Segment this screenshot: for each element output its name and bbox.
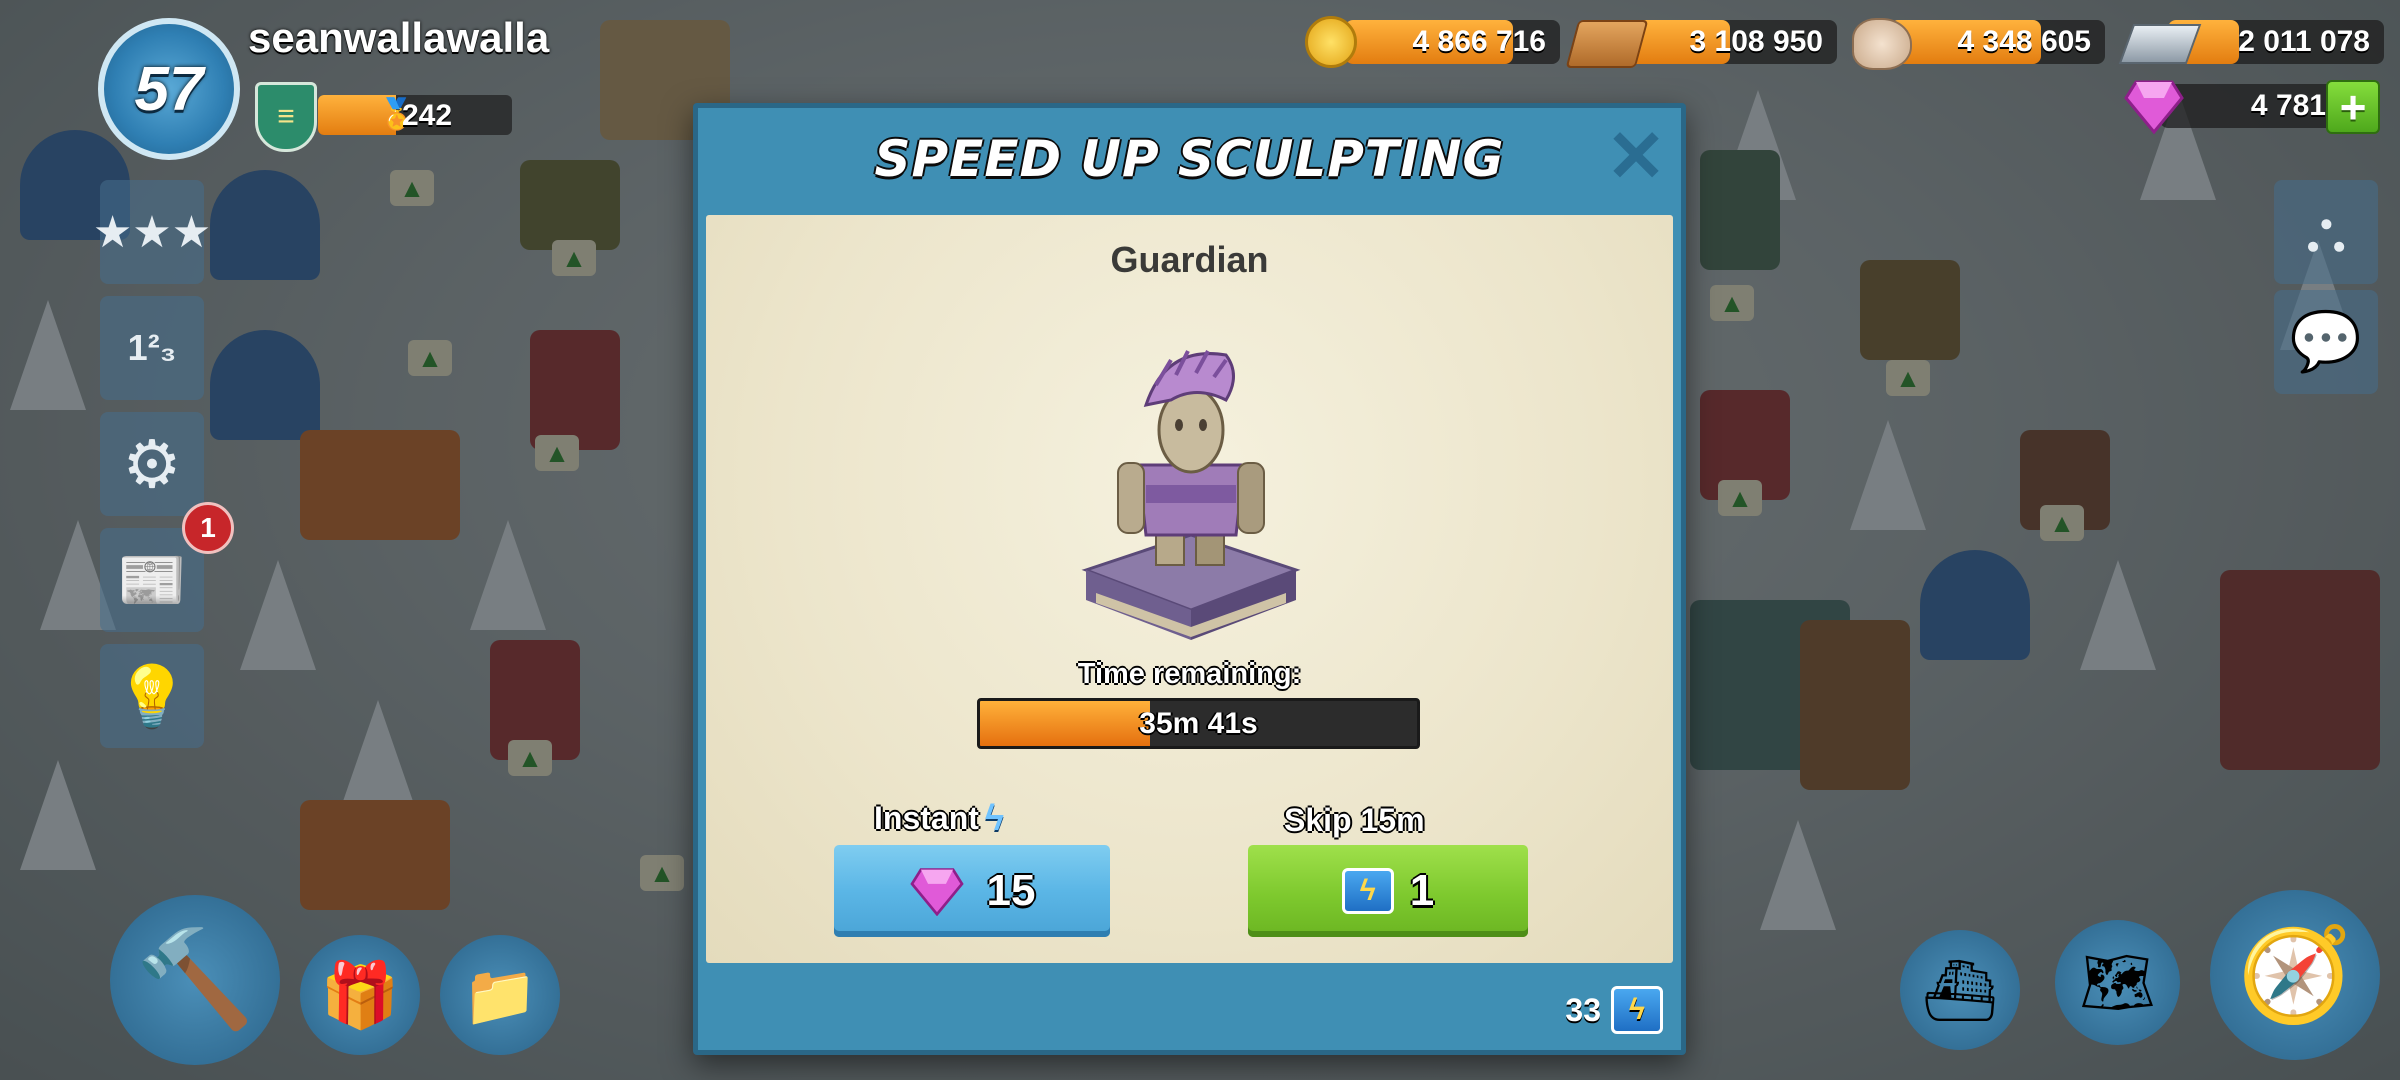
diamond-value: 4 781	[2250, 89, 2326, 122]
item-name: Guardian	[1110, 239, 1269, 280]
gold-coin-icon	[1305, 16, 1357, 68]
rank-points: 242	[402, 99, 453, 132]
energy-icon: ϟ	[1341, 868, 1394, 914]
stone-counter: 4 348 605	[1890, 20, 2105, 64]
skip-time-button[interactable]: ϟ 1	[1248, 845, 1528, 937]
lightbulb-icon: 💡	[114, 662, 190, 730]
energy-balance-value: 33	[1565, 991, 1601, 1028]
rank-progress-bar: 🏅 242	[318, 95, 512, 135]
boat-icon: ⛴	[1921, 956, 1999, 1024]
player-level-badge[interactable]: 57	[98, 18, 240, 160]
hammer-icon: 🔨	[135, 926, 255, 1033]
player-name[interactable]: seanwallawalla	[248, 14, 549, 62]
stone-icon	[1852, 18, 1912, 70]
build-button[interactable]: 🔨	[110, 895, 280, 1065]
instant-cost: 15	[986, 866, 1036, 915]
treasure-chest-icon: 🎁	[320, 958, 400, 1031]
map-button[interactable]: 🗺	[2055, 920, 2180, 1045]
hints-button[interactable]: 💡	[100, 644, 204, 748]
news-badge-count: 1	[200, 512, 216, 543]
skip-cost: 1	[1409, 866, 1435, 915]
compass-icon: 🧭	[2237, 923, 2353, 1026]
map-icon: 🗺	[2079, 949, 2156, 1016]
task-force-button[interactable]: ⛬	[2274, 180, 2378, 284]
news-notification-badge: 1	[182, 502, 234, 554]
gold-counter: 4 866 716	[1345, 20, 1560, 64]
energy-balance: 33 ϟ	[1565, 986, 1663, 1034]
leaderboard-stars-button[interactable]: ★★★	[93, 180, 211, 284]
skip-option-label: Skip 15m	[1284, 802, 1425, 838]
close-icon: ✕	[1605, 117, 1667, 197]
newspaper-icon: 📰	[117, 548, 187, 611]
diamond-icon	[2124, 78, 2184, 135]
buy-diamonds-button[interactable]: +	[2326, 80, 2380, 134]
lightning-icon: ϟ	[984, 797, 1004, 838]
loot-button[interactable]: 🎁	[300, 935, 420, 1055]
wood-counter: 3 108 950	[1622, 20, 1837, 64]
task-force-icon: ⛬	[2305, 199, 2347, 264]
time-remaining-label: Time remaining:	[1077, 658, 1302, 690]
instant-finish-button[interactable]: 15	[834, 845, 1110, 937]
speed-up-dialog: SPEED UP SCULPTING ✕ Guardian Time remai…	[693, 103, 1686, 1055]
dialog-title: SPEED UP SCULPTING	[874, 130, 1505, 188]
diamond-counter: 4 781	[2160, 84, 2340, 128]
stone-value: 4 348 605	[1957, 25, 2091, 58]
close-button[interactable]: ✕	[1605, 121, 1667, 193]
iron-value: 2 011 078	[2238, 25, 2370, 58]
attack-compass-button[interactable]: 🧭	[2210, 890, 2380, 1060]
iron-counter: 2 011 078	[2168, 20, 2384, 64]
stars-icon: ★★★	[92, 207, 212, 257]
time-remaining-value: 35m 41s	[1139, 706, 1258, 740]
player-level: 57	[134, 54, 204, 124]
energy-icon: ϟ	[1611, 986, 1663, 1034]
diamond-icon	[909, 868, 964, 916]
wood-planks-icon	[1565, 20, 1649, 68]
instant-option-label: Instant ϟ	[874, 797, 1004, 839]
folder-icon: 📁	[462, 961, 538, 1029]
guardian-statue-image	[1076, 345, 1306, 645]
rank-chevron-icon: ≡	[277, 100, 295, 133]
chat-button[interactable]: 💬	[2274, 290, 2378, 394]
chat-bubble-icon: 💬	[2289, 309, 2363, 374]
rank-badge[interactable]: ≡	[255, 82, 317, 152]
archive-button[interactable]: 📁	[440, 935, 560, 1055]
gold-value: 4 866 716	[1412, 25, 1546, 58]
ranking-button[interactable]: 1²₃	[100, 296, 204, 400]
time-progress-bar: 35m 41s	[977, 698, 1420, 749]
instant-label-text: Instant	[874, 799, 979, 836]
wood-value: 3 108 950	[1689, 25, 1823, 58]
boat-button[interactable]: ⛴	[1900, 930, 2020, 1050]
plus-icon: +	[2339, 81, 2367, 133]
gear-icon: ⚙	[122, 426, 182, 501]
podium-icon: 1²₃	[127, 327, 177, 368]
iron-bar-icon	[2118, 24, 2202, 64]
settings-button[interactable]: ⚙	[100, 412, 204, 516]
dialog-content-panel: Guardian Time remaining: 35m 41s Instant…	[706, 215, 1673, 963]
